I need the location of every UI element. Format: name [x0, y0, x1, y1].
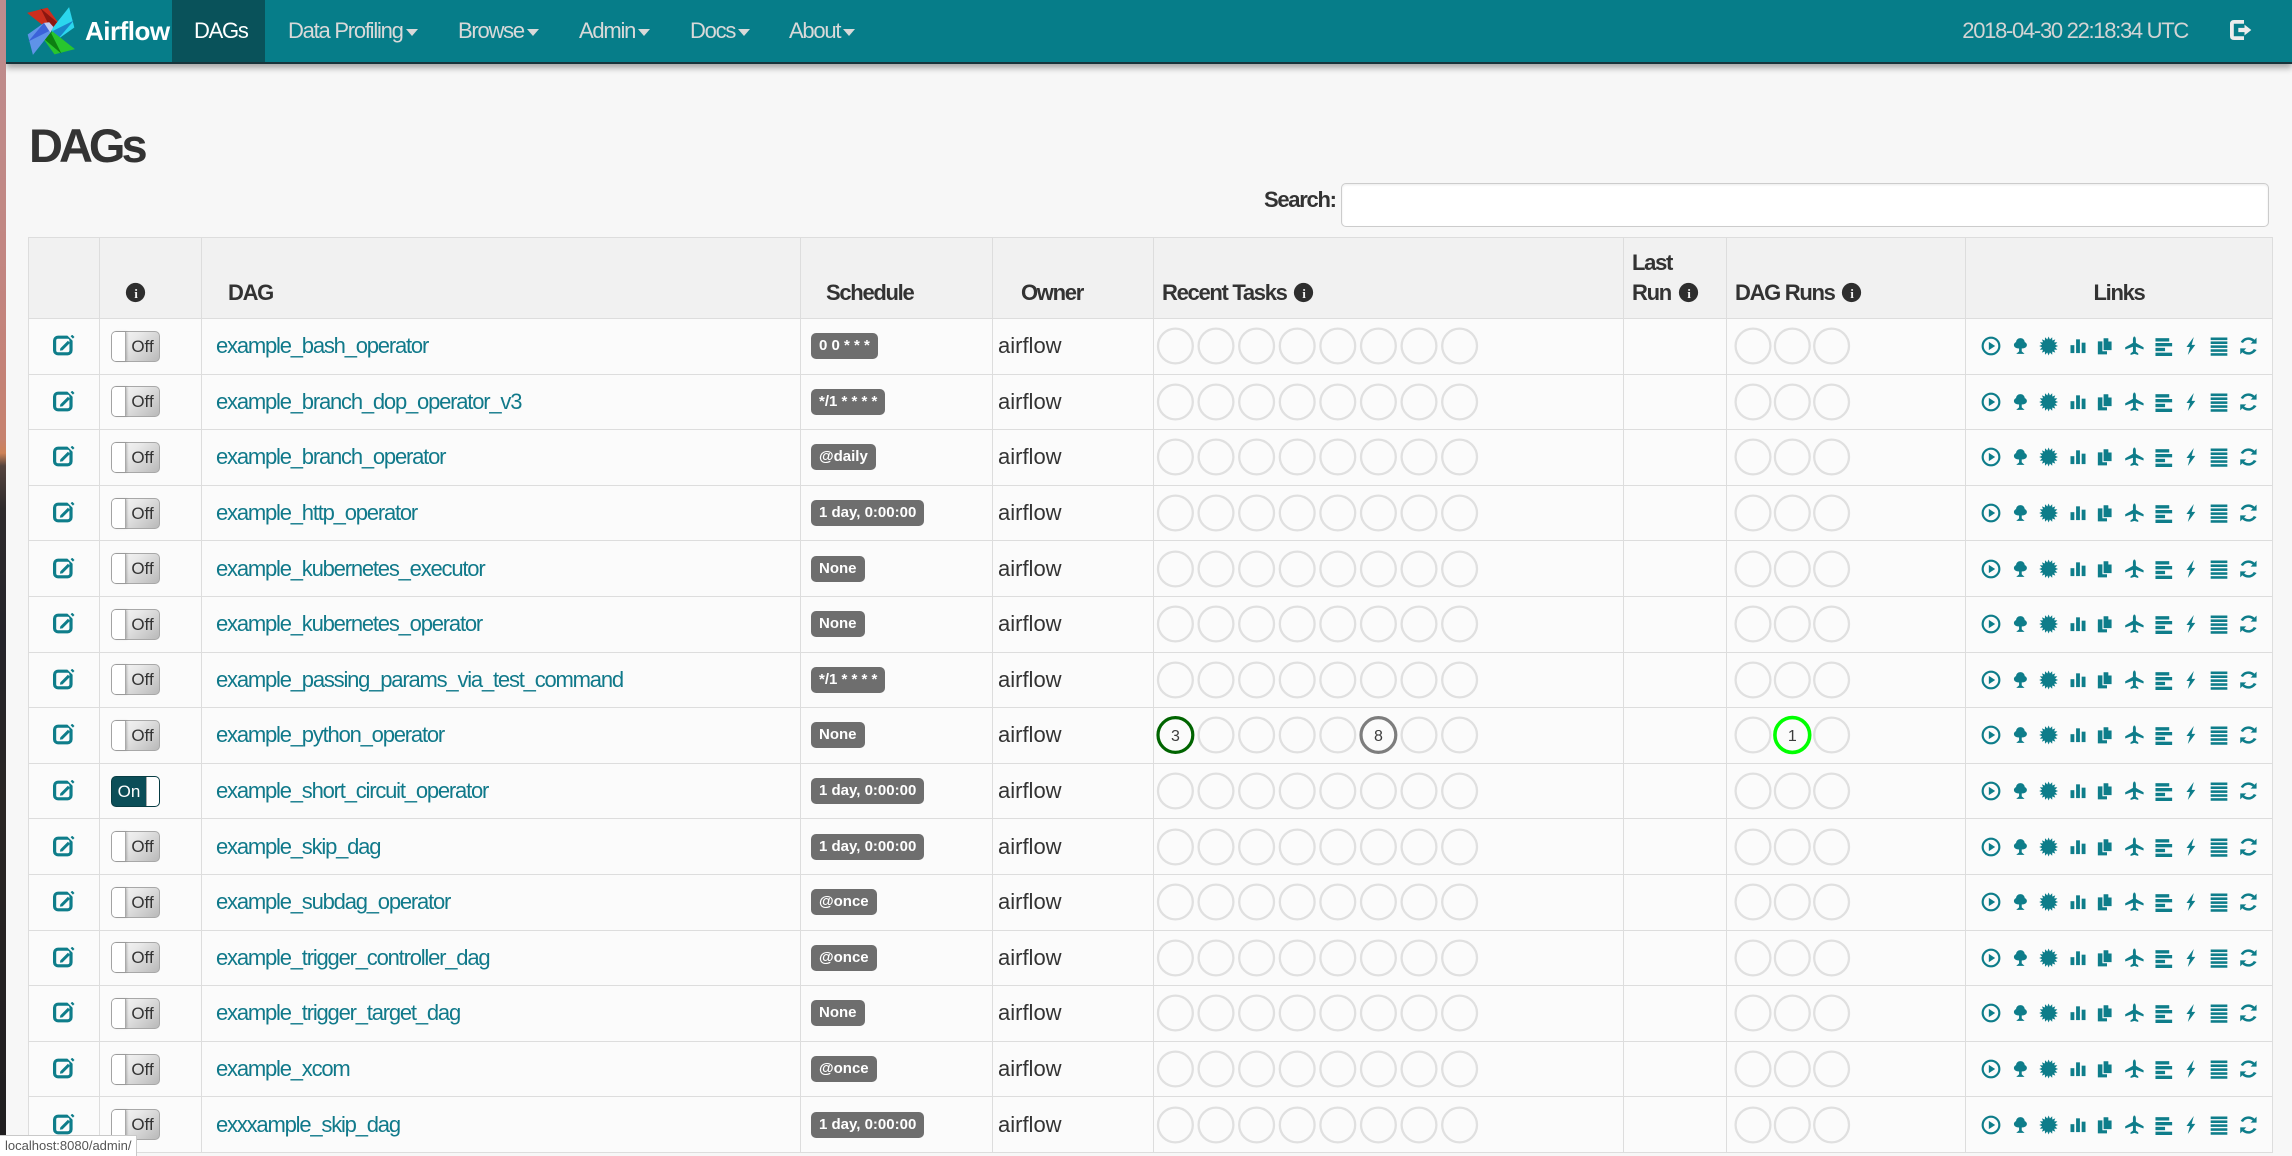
svg-text:8: 8	[1374, 728, 1383, 745]
svg-text:1: 1	[1788, 728, 1797, 745]
svg-text:3: 3	[1171, 728, 1180, 745]
